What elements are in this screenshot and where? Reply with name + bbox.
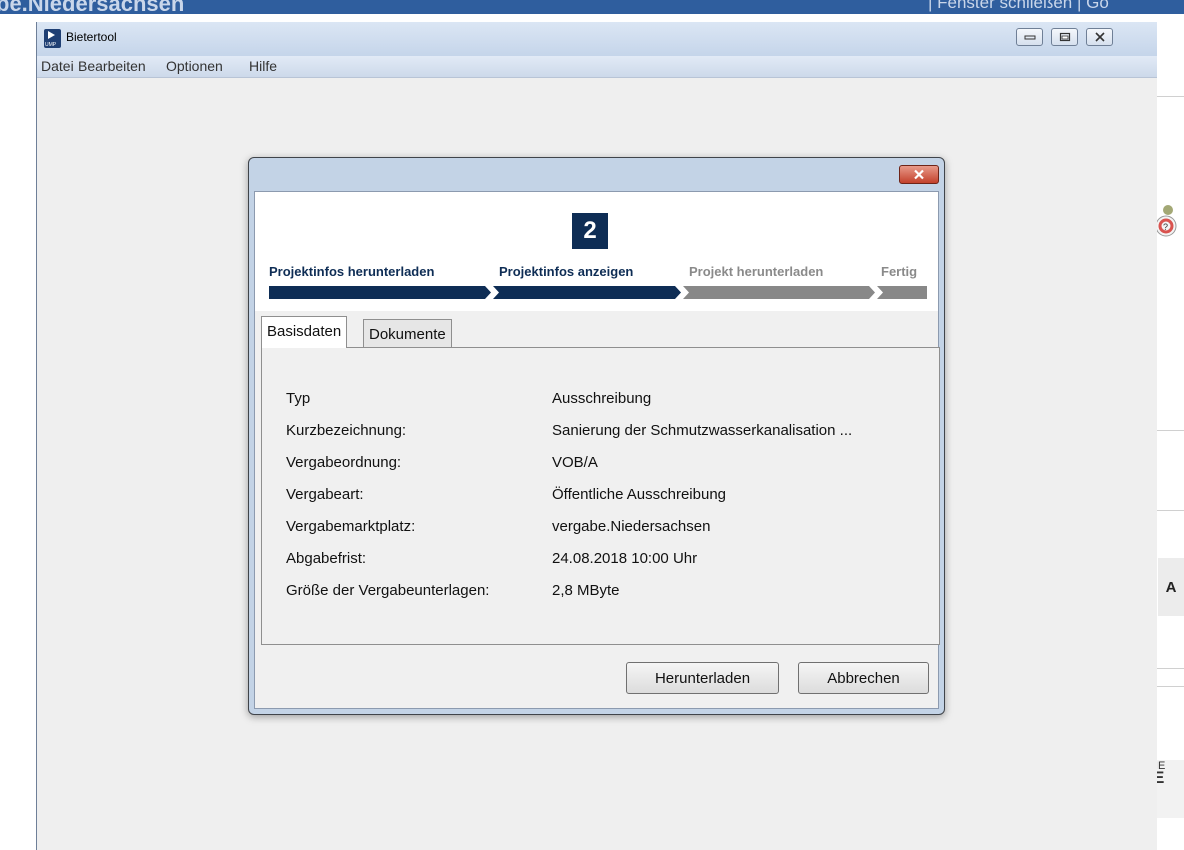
sidebar-divider (1156, 668, 1184, 669)
progress-segment-2 (493, 286, 681, 299)
sidebar-divider (1156, 430, 1184, 431)
field-value: 2,8 MByte (552, 582, 620, 599)
browser-sidebar (1156, 14, 1184, 850)
sidebar-divider (1156, 510, 1184, 511)
step-label-projekt-herunterladen: Projekt herunterladen (689, 264, 824, 279)
step-label-fertig: Fertig (881, 264, 918, 279)
svg-text:UMP: UMP (45, 42, 57, 48)
menu-bearbeiten[interactable]: Bearbeiten (78, 58, 146, 74)
help-lifebuoy-icon[interactable]: ? (1154, 200, 1184, 240)
sidebar-divider (1156, 96, 1184, 97)
herunterladen-button[interactable]: Herunterladen (626, 662, 779, 694)
close-window-link[interactable]: | Fenster schließen | Go (928, 0, 1109, 13)
menu-bar: Datei Bearbeiten Optionen Hilfe (37, 56, 1157, 78)
field-label: Typ (286, 390, 311, 407)
window-title: Bietertool (66, 30, 117, 44)
project-info-dialog: 2 Projektinfos herunterladen Projektinfo… (248, 157, 945, 715)
window-titlebar[interactable]: UMP Bietertool (37, 22, 1157, 56)
close-window-button[interactable] (1086, 28, 1113, 46)
sidebar-tab-a[interactable]: A (1158, 558, 1184, 616)
dialog-content: 2 Projektinfos herunterladen Projektinfo… (254, 191, 940, 709)
tab-dokumente[interactable]: Dokumente (363, 319, 452, 348)
maximize-button[interactable] (1051, 28, 1078, 46)
basisdaten-panel: Typ Ausschreibung Kurzbezeichnung: Sanie… (261, 347, 940, 645)
field-label: Größe der Vergabeunterlagen: (286, 582, 490, 599)
tab-basisdaten[interactable]: Basisdaten (261, 316, 348, 348)
field-value: 24.08.2018 10:00 Uhr (552, 550, 698, 567)
field-label: Vergabemarktplatz: (286, 518, 416, 535)
close-icon (914, 169, 924, 180)
field-label: Kurzbezeichnung: (286, 422, 407, 439)
sidebar-divider (1156, 686, 1184, 687)
minimize-icon (1024, 35, 1035, 40)
progress-segment-1 (269, 286, 491, 299)
field-label: Vergabeordnung: (286, 454, 402, 471)
current-step-number: 2 (572, 213, 608, 249)
site-title: be.Niedersachsen (0, 0, 185, 14)
progress-segment-3 (683, 286, 875, 299)
field-value: vergabe.Niedersachsen (552, 518, 711, 535)
minimize-button[interactable] (1016, 28, 1043, 46)
menu-optionen[interactable]: Optionen (166, 58, 223, 74)
wizard-header: 2 Projektinfos herunterladen Projektinfo… (255, 192, 938, 311)
ump-logo-icon: UMP (44, 29, 61, 48)
wizard-progress-bar (269, 286, 927, 299)
field-value: VOB/A (552, 454, 598, 471)
field-value: Ausschreibung (552, 390, 652, 407)
field-label: Vergabeart: (286, 486, 364, 503)
step-label-projektinfos-anzeigen: Projektinfos anzeigen (499, 264, 634, 279)
menu-datei[interactable]: Datei (41, 58, 74, 74)
close-icon (1094, 32, 1105, 42)
progress-segment-4 (877, 286, 927, 299)
field-label: Abgabefrist: (286, 550, 367, 567)
svg-text:?: ? (1163, 222, 1168, 232)
step-label-projektinfos-herunterladen: Projektinfos herunterladen (269, 264, 435, 279)
menu-hilfe[interactable]: Hilfe (249, 58, 277, 74)
field-value: Sanierung der Schmutzwasserkanalisation … (552, 422, 853, 439)
browser-header: be.Niedersachsen | Fenster schließen | G… (0, 0, 1184, 14)
restore-icon (1059, 32, 1070, 42)
field-value: Öffentliche Ausschreibung (552, 486, 727, 503)
dialog-close-button[interactable] (899, 165, 939, 184)
abbrechen-button[interactable]: Abbrechen (798, 662, 929, 694)
